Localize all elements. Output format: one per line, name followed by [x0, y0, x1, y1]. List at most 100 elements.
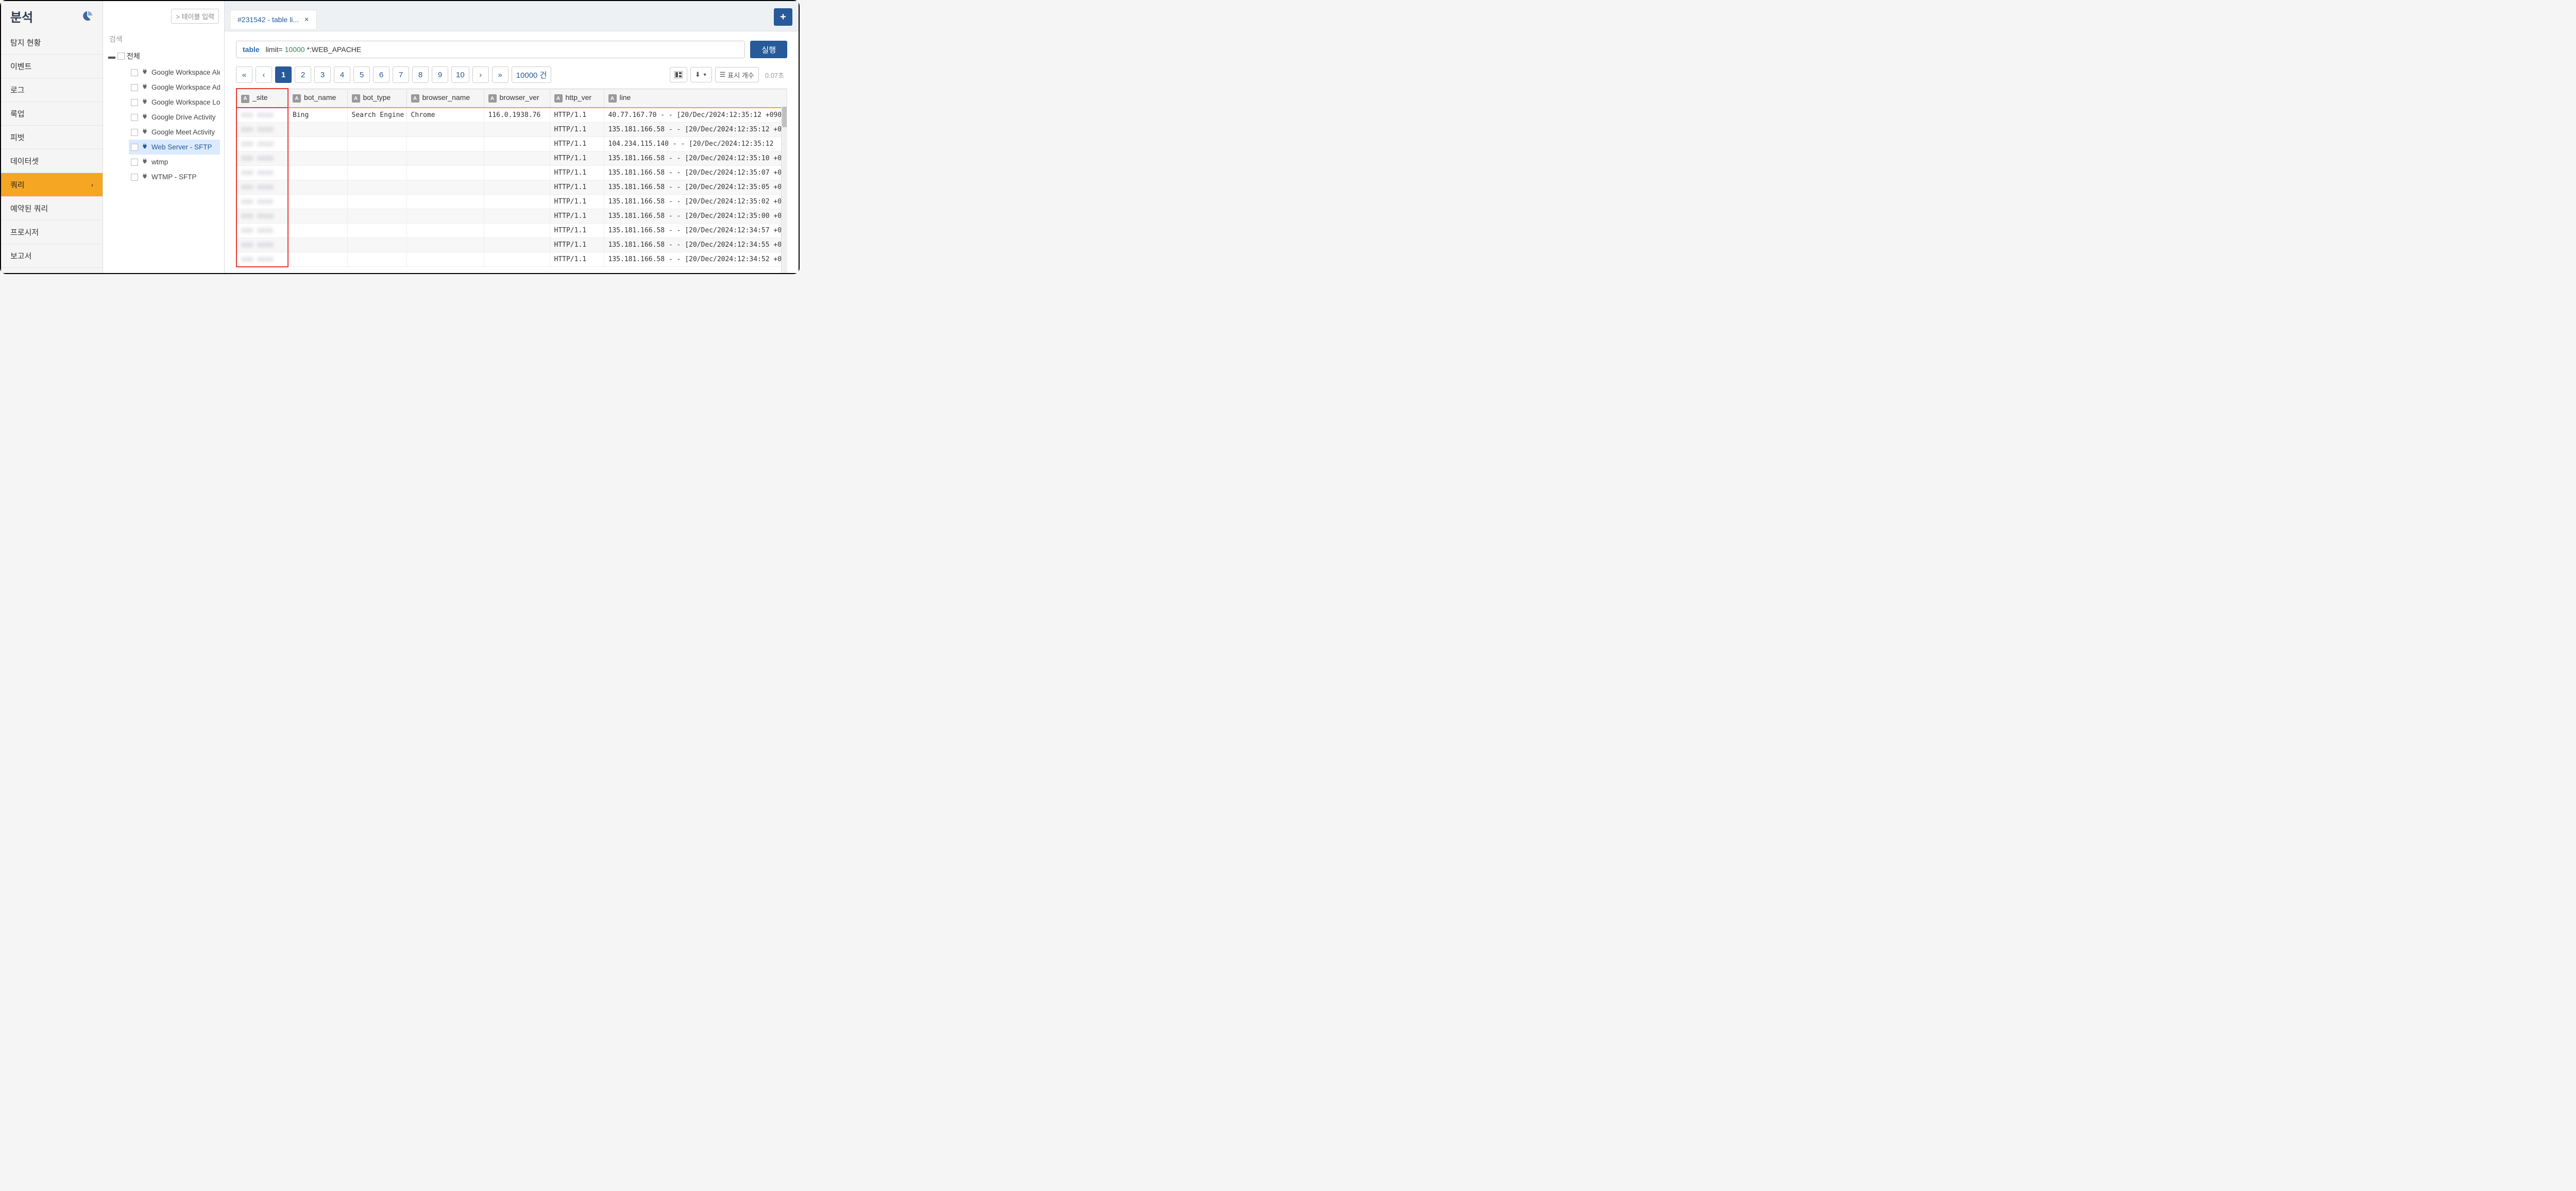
cell-line: 40.77.167.70 - - [20/Dec/2024:12:35:12 +… [604, 108, 787, 123]
display-count-button[interactable]: ☰ 표시 개수 [715, 67, 759, 82]
table-row[interactable]: xxx xxxxHTTP/1.1135.181.166.58 - - [20/D… [236, 165, 787, 180]
cell-browser_ver [484, 237, 550, 252]
tab-active[interactable]: #231542 - table li... ✕ [230, 10, 317, 29]
cell-line: 135.181.166.58 - - [20/Dec/2024:12:34:57… [604, 223, 787, 237]
column-header-line[interactable]: Aline [604, 89, 787, 108]
run-button[interactable]: 실행 [750, 41, 787, 58]
plus-icon: + [780, 11, 786, 23]
table-row[interactable]: xxx xxxxHTTP/1.1135.181.166.58 - - [20/D… [236, 194, 787, 209]
tree-checkbox[interactable] [131, 84, 138, 91]
table-row[interactable]: xxx xxxxHTTP/1.1135.181.166.58 - - [20/D… [236, 237, 787, 252]
tree-item-0[interactable]: Google Workspace Ale [129, 65, 220, 80]
table-row[interactable]: xxx xxxxHTTP/1.1135.181.166.58 - - [20/D… [236, 151, 787, 165]
pager-next[interactable]: › [472, 66, 489, 83]
add-tab-button[interactable]: + [774, 8, 792, 26]
pager-page-10[interactable]: 10 [451, 66, 469, 83]
column-header-label: http_ver [566, 93, 592, 101]
pager-page-9[interactable]: 9 [432, 66, 448, 83]
tree-item-7[interactable]: WTMP - SFTP [129, 169, 220, 184]
query-input[interactable]: table limit=10000 *:WEB_APACHE [236, 41, 745, 58]
tree-checkbox[interactable] [131, 174, 138, 181]
pie-chart-icon[interactable] [82, 10, 93, 22]
tree-checkbox[interactable] [131, 129, 138, 136]
column-header-browser_ver[interactable]: Abrowser_ver [484, 89, 550, 108]
cell-bot_name [288, 194, 347, 209]
nav-item-0[interactable]: 탐지 현황 [1, 31, 103, 55]
pager-page-4[interactable]: 4 [334, 66, 350, 83]
main-content: #231542 - table li... ✕ + table limit=10… [225, 1, 799, 273]
vertical-scrollbar[interactable] [781, 107, 787, 273]
tree-root-row[interactable]: ▬ 전체 [108, 49, 220, 63]
tree-item-label: Google Drive Activity [151, 113, 216, 121]
tree-root-checkbox[interactable] [117, 53, 125, 60]
table-row[interactable]: xxx xxxxHTTP/1.1104.234.115.140 - - [20/… [236, 137, 787, 151]
pager-prev[interactable]: ‹ [256, 66, 272, 83]
collapse-icon[interactable]: ▬ [108, 53, 115, 60]
tree-item-4[interactable]: Google Meet Activity [129, 125, 220, 140]
close-icon[interactable]: ✕ [304, 16, 309, 23]
tree-item-5[interactable]: Web Server - SFTP [129, 140, 220, 155]
nav-item-9[interactable]: 보고서 [1, 244, 103, 268]
nav-item-7[interactable]: 예약된 쿼리 [1, 197, 103, 220]
pager-page-7[interactable]: 7 [393, 66, 409, 83]
tree-item-6[interactable]: wtmp [129, 155, 220, 169]
cell-http_ver: HTTP/1.1 [550, 252, 604, 267]
plug-icon [141, 158, 148, 166]
nav-item-6[interactable]: 쿼리› [1, 173, 103, 197]
plug-icon [141, 98, 148, 107]
table-row[interactable]: xxx xxxxHTTP/1.1135.181.166.58 - - [20/D… [236, 180, 787, 194]
tree-item-label: Google Workspace Ale [151, 69, 220, 76]
cell-bot_type [347, 209, 406, 223]
cell-line: 135.181.166.58 - - [20/Dec/2024:12:35:12… [604, 122, 787, 137]
cell-_site: xxx xxxx [236, 180, 288, 194]
pager-page-6[interactable]: 6 [373, 66, 389, 83]
tree-checkbox[interactable] [131, 99, 138, 106]
tree-checkbox[interactable] [131, 69, 138, 76]
tree-checkbox[interactable] [131, 144, 138, 151]
layout-toggle-button[interactable] [670, 67, 687, 82]
nav-item-3[interactable]: 룩업 [1, 102, 103, 126]
nav-item-8[interactable]: 프로시저 [1, 220, 103, 244]
data-table: A_siteAbot_nameAbot_typeAbrowser_nameAbr… [236, 88, 787, 267]
table-row[interactable]: xxx xxxxHTTP/1.1135.181.166.58 - - [20/D… [236, 122, 787, 137]
table-row[interactable]: xxx xxxxHTTP/1.1135.181.166.58 - - [20/D… [236, 223, 787, 237]
table-input-button[interactable]: > 테이블 입력 [171, 9, 219, 24]
cell-http_ver: HTTP/1.1 [550, 137, 604, 151]
pager-page-5[interactable]: 5 [353, 66, 370, 83]
cell-browser_name [406, 223, 484, 237]
pager-page-8[interactable]: 8 [412, 66, 429, 83]
list-icon: ☰ [720, 71, 726, 79]
tree-checkbox[interactable] [131, 159, 138, 166]
nav-item-label: 피벗 [10, 132, 25, 143]
nav-item-label: 예약된 쿼리 [10, 203, 48, 214]
pager-page-2[interactable]: 2 [295, 66, 311, 83]
nav-item-2[interactable]: 로그 [1, 78, 103, 102]
table-row[interactable]: xxx xxxxHTTP/1.1135.181.166.58 - - [20/D… [236, 209, 787, 223]
column-header-_site[interactable]: A_site [236, 89, 288, 108]
pager-last[interactable]: » [492, 66, 509, 83]
table-row[interactable]: xxx xxxxHTTP/1.1135.181.166.58 - - [20/D… [236, 252, 787, 267]
cell-_site: xxx xxxx [236, 137, 288, 151]
download-button[interactable]: ⬇ ▼ [690, 67, 712, 82]
tree-search-input[interactable]: 검색 [103, 31, 224, 49]
nav-item-5[interactable]: 데이터셋 [1, 149, 103, 173]
tree-item-2[interactable]: Google Workspace Log [129, 95, 220, 110]
tree-item-3[interactable]: Google Drive Activity [129, 110, 220, 125]
scrollbar-thumb[interactable] [782, 107, 787, 127]
pager-page-3[interactable]: 3 [314, 66, 331, 83]
query-keyword: table [243, 45, 260, 54]
pager-first[interactable]: « [236, 66, 252, 83]
tree-item-1[interactable]: Google Workspace Adr [129, 80, 220, 95]
pager-page-1[interactable]: 1 [275, 66, 292, 83]
nav-item-4[interactable]: 피벗 [1, 126, 103, 149]
cell-bot_name [288, 209, 347, 223]
pager-total[interactable]: 10000 건 [512, 66, 552, 83]
tree-checkbox[interactable] [131, 114, 138, 121]
tree-item-label: Web Server - SFTP [151, 143, 212, 151]
column-header-bot_type[interactable]: Abot_type [347, 89, 406, 108]
nav-item-1[interactable]: 이벤트 [1, 55, 103, 78]
column-header-http_ver[interactable]: Ahttp_ver [550, 89, 604, 108]
column-header-bot_name[interactable]: Abot_name [288, 89, 347, 108]
column-header-browser_name[interactable]: Abrowser_name [406, 89, 484, 108]
table-row[interactable]: xxx xxxxBingSearch EngineChrome116.0.193… [236, 108, 787, 123]
